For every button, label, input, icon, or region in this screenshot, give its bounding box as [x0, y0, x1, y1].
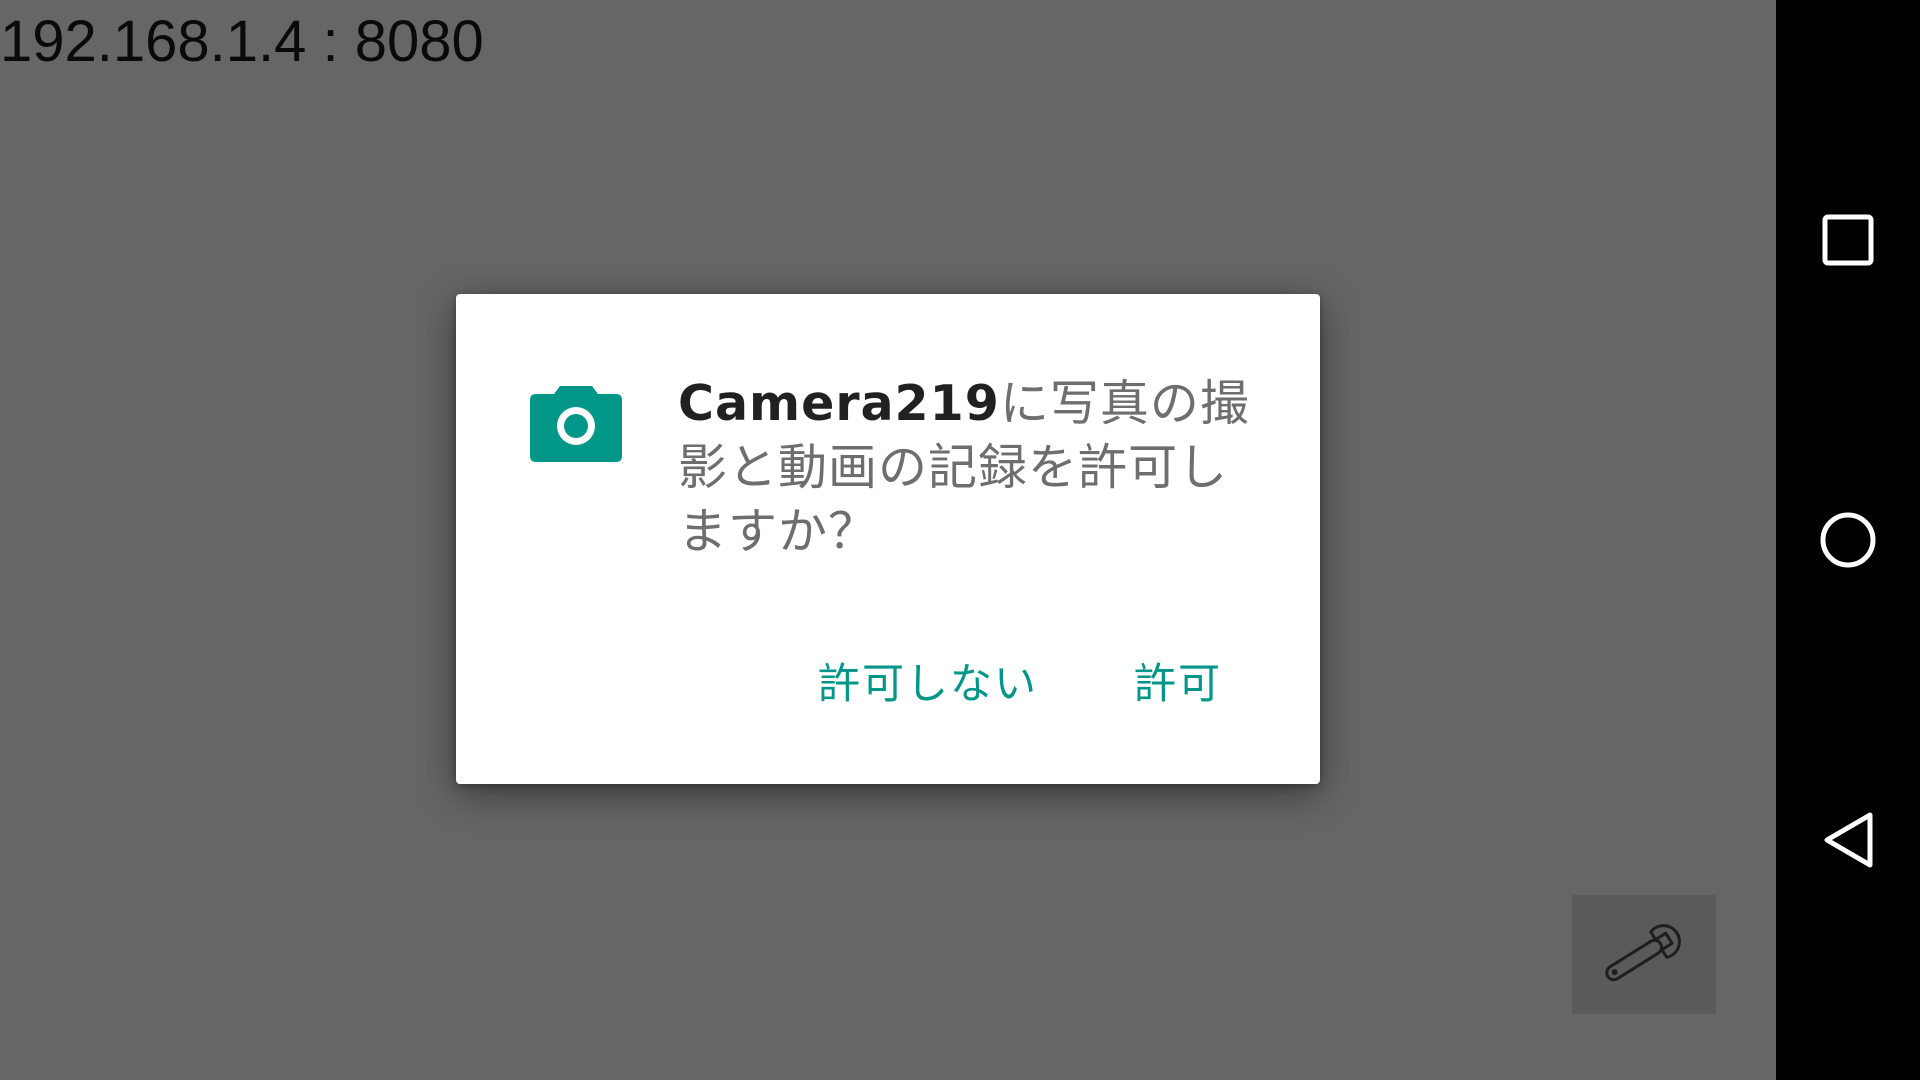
square-icon	[1822, 214, 1874, 266]
permission-dialog: Camera219に写真の撮影と動画の記録を許可しますか？ 許可しない 許可	[456, 294, 1320, 784]
app-name: Camera219	[678, 375, 1000, 432]
deny-button[interactable]: 許可しない	[818, 654, 1038, 714]
back-button[interactable]	[1776, 780, 1920, 900]
circle-icon	[1820, 512, 1876, 568]
dialog-message: Camera219に写真の撮影と動画の記録を許可しますか？	[678, 372, 1258, 564]
allow-button[interactable]: 許可	[1134, 654, 1222, 714]
dialog-actions: 許可しない 許可	[818, 654, 1222, 714]
triangle-back-icon	[1824, 812, 1873, 868]
wrench-icon	[1605, 923, 1681, 981]
navigation-bar	[1776, 0, 1920, 1080]
recents-button[interactable]	[1776, 180, 1920, 300]
server-address: 192.168.1.4 : 8080	[0, 9, 484, 74]
home-button[interactable]	[1776, 480, 1920, 600]
camera-icon	[530, 386, 622, 462]
settings-button[interactable]	[1572, 895, 1716, 1014]
